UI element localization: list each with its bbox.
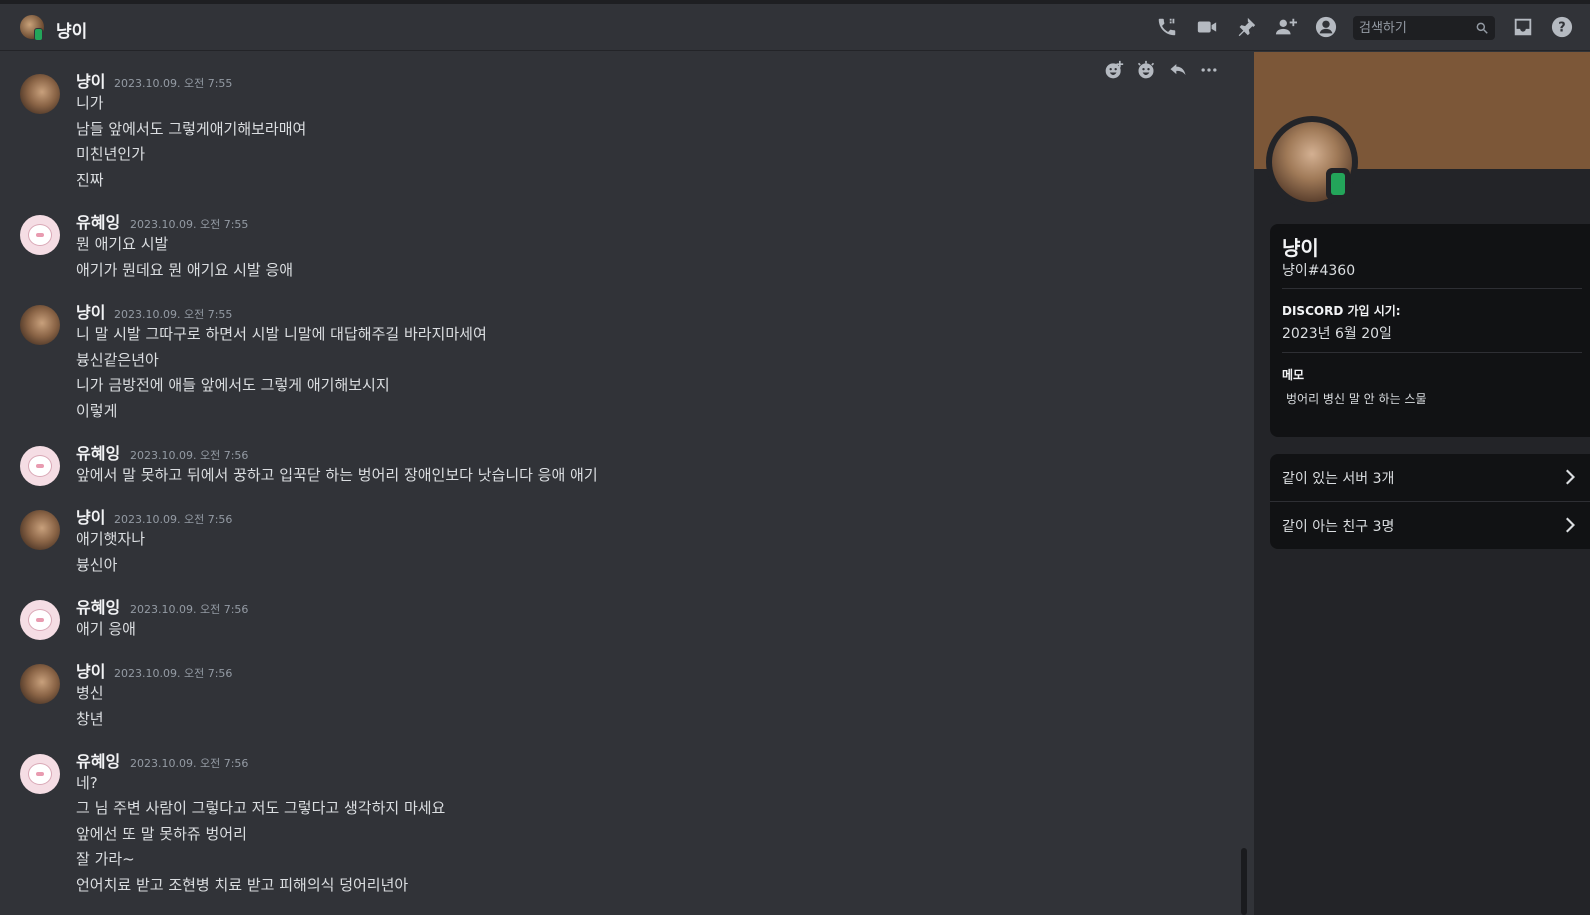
profile-username: 냥이#4360 <box>1282 263 1356 279</box>
chevron-right-icon <box>1560 516 1578 534</box>
mutual-friends-label: 같이 아는 친구 3명 <box>1282 519 1395 535</box>
message-author[interactable]: 유혜잉 <box>76 752 120 772</box>
message-line: 애기가 뭔데요 뭔 애기요 시발 응애 <box>76 261 294 279</box>
channel-name[interactable]: 냥이 <box>56 17 87 42</box>
memo-input[interactable]: 벙어리 병신 말 안 하는 스물 <box>1286 390 1427 407</box>
message-timestamp: 2023.10.09. 오전 7:56 <box>114 667 233 680</box>
message-timestamp: 2023.10.09. 오전 7:56 <box>130 603 249 616</box>
chevron-right-icon <box>1560 468 1578 486</box>
avatar[interactable] <box>20 305 60 345</box>
help-icon[interactable]: ? <box>1550 15 1574 39</box>
search-box[interactable] <box>1353 16 1495 40</box>
message-author[interactable]: 유혜잉 <box>76 598 120 618</box>
avatar[interactable] <box>20 446 60 486</box>
message-line: 이렇게 <box>76 402 118 420</box>
message-line: 창년 <box>76 710 104 728</box>
user-profile-icon[interactable] <box>1314 15 1338 39</box>
profile-display-name: 냥이 <box>1282 236 1319 260</box>
message-timestamp: 2023.10.09. 오전 7:56 <box>130 757 249 770</box>
search-icon[interactable] <box>1475 21 1489 35</box>
message-timestamp: 2023.10.09. 오전 7:55 <box>114 308 233 321</box>
message-author[interactable]: 유혜잉 <box>76 213 120 233</box>
svg-text:?: ? <box>1558 21 1565 36</box>
message-author[interactable]: 냥이 <box>76 72 105 92</box>
message-line: 병신 <box>76 684 104 702</box>
message-list[interactable]: 냥이 2023.10.09. 오전 7:55 니가 남들 앞에서도 그렇게애기해… <box>4 52 1244 915</box>
message-line: 니 말 시발 그따구로 하면서 시발 니말에 대답해주길 바라지마세여 <box>76 325 487 343</box>
mobile-status-icon <box>1326 168 1350 200</box>
super-reaction-icon[interactable] <box>1134 58 1158 82</box>
message-timestamp: 2023.10.09. 오전 7:55 <box>114 77 233 90</box>
message-author[interactable]: 냥이 <box>76 508 105 528</box>
message-line: 니가 <box>76 94 104 112</box>
message-timestamp: 2023.10.09. 오전 7:56 <box>130 449 249 462</box>
divider <box>1282 352 1582 353</box>
profile-card: 냥이 냥이#4360 DISCORD 가입 시기: 2023년 6월 20일 메… <box>1270 224 1590 437</box>
profile-panel: 냥이 냥이#4360 DISCORD 가입 시기: 2023년 6월 20일 메… <box>1254 52 1590 915</box>
message-line: 미친년인가 <box>76 145 146 163</box>
message-line: 앞에선 또 말 못하쥬 벙어리 <box>76 825 247 843</box>
mutual-servers-row[interactable]: 같이 있는 서버 3개 <box>1270 454 1590 501</box>
mobile-status-icon <box>34 28 43 41</box>
search-input[interactable] <box>1353 16 1474 40</box>
reply-icon[interactable] <box>1166 58 1190 82</box>
inbox-icon[interactable] <box>1511 15 1535 39</box>
message-timestamp: 2023.10.09. 오전 7:55 <box>130 218 249 231</box>
avatar[interactable] <box>20 600 60 640</box>
avatar[interactable] <box>20 510 60 550</box>
mutual-servers-label: 같이 있는 서버 3개 <box>1282 471 1395 487</box>
message-line: 애기 응애 <box>76 620 136 638</box>
video-call-icon[interactable] <box>1195 15 1219 39</box>
message-timestamp: 2023.10.09. 오전 7:56 <box>114 513 233 526</box>
message-author[interactable]: 유혜잉 <box>76 444 120 464</box>
channel-header: 냥이 ? <box>0 4 1590 51</box>
message-line: 뭔 애기요 시발 <box>76 235 169 253</box>
message-actions-toolbar <box>1096 54 1226 86</box>
message-line: 니가 금방전에 애들 앞에서도 그렇게 애기해보시지 <box>76 376 390 394</box>
message-line: 언어치료 받고 조현병 치료 받고 피해의식 덩어리년아 <box>76 876 409 894</box>
pinned-messages-icon[interactable] <box>1234 15 1258 39</box>
avatar[interactable] <box>20 754 60 794</box>
avatar[interactable] <box>20 74 60 114</box>
joined-date: 2023년 6월 20일 <box>1282 326 1392 342</box>
voice-call-icon[interactable] <box>1155 15 1179 39</box>
add-reaction-icon[interactable] <box>1102 58 1126 82</box>
message-line: 잘 가라~ <box>76 850 135 868</box>
message-author[interactable]: 냥이 <box>76 662 105 682</box>
joined-label: DISCORD 가입 시기: <box>1282 304 1401 318</box>
add-friends-icon[interactable] <box>1274 15 1298 39</box>
message-author[interactable]: 냥이 <box>76 303 105 323</box>
memo-label: 메모 <box>1282 368 1305 382</box>
divider <box>1282 288 1582 289</box>
message-line: 네? <box>76 774 98 792</box>
scrollbar[interactable] <box>1241 848 1247 915</box>
message-line: 애기햇자나 <box>76 530 146 548</box>
message-line: 그 님 주변 사람이 그렇다고 저도 그렇다고 생각하지 마세요 <box>76 799 446 817</box>
message-line: 앞에서 말 못하고 뒤에서 꿍하고 입꾹닫 하는 벙어리 장애인보다 낫습니다 … <box>76 466 598 484</box>
more-icon[interactable] <box>1197 58 1221 82</box>
message-line: 남들 앞에서도 그렇게애기해보라매여 <box>76 120 307 138</box>
mutual-friends-row[interactable]: 같이 아는 친구 3명 <box>1270 502 1590 549</box>
message-line: 븅신같은년아 <box>76 351 159 369</box>
avatar[interactable] <box>20 664 60 704</box>
message-line: 진짜 <box>76 171 104 189</box>
avatar[interactable] <box>20 215 60 255</box>
message-line: 븅신아 <box>76 556 118 574</box>
